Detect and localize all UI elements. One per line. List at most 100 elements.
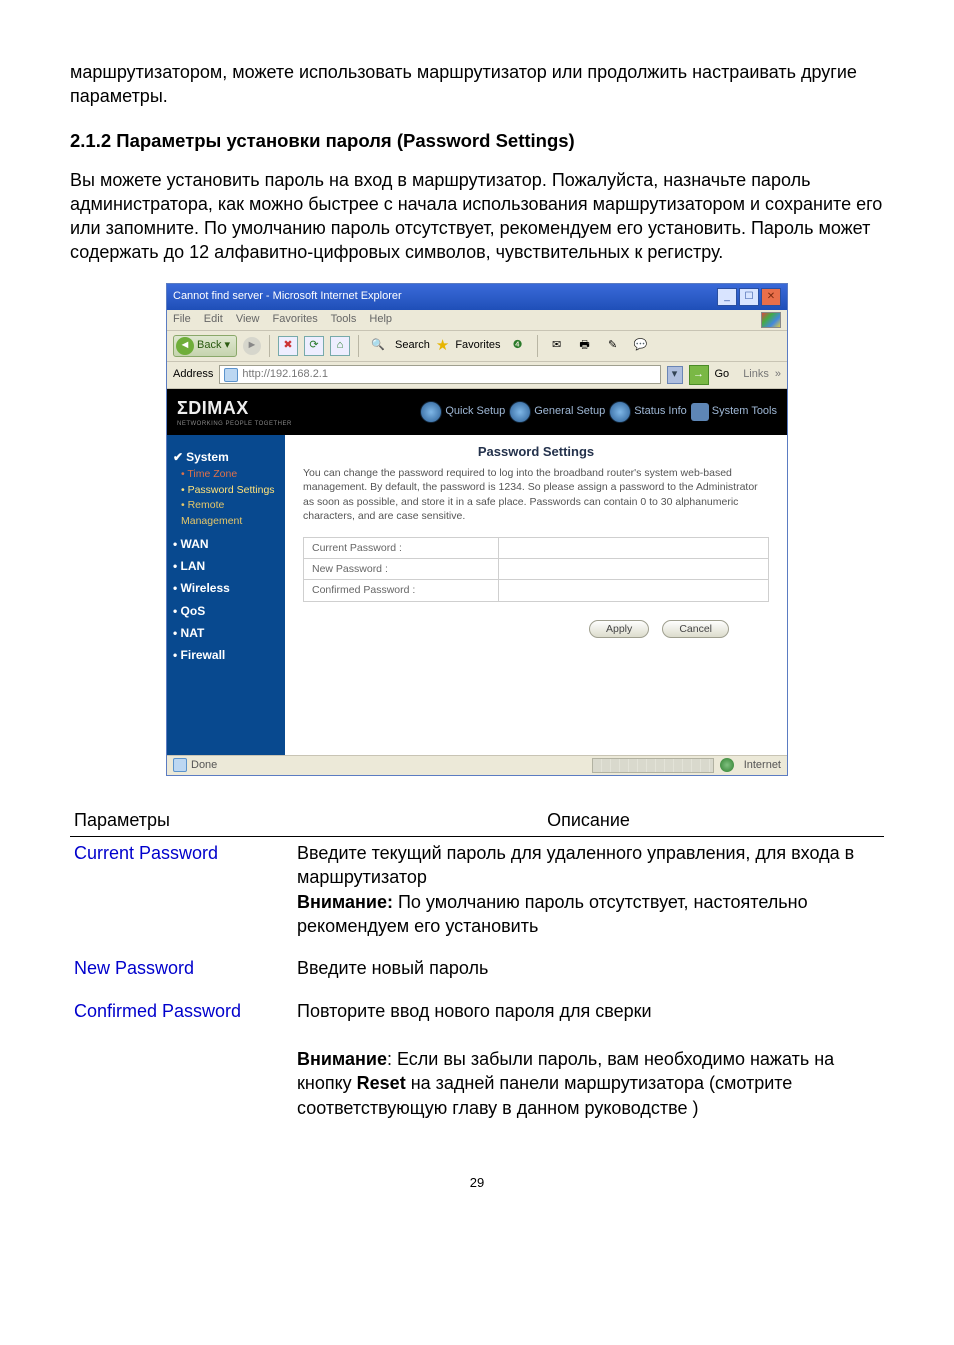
apply-button[interactable]: Apply	[589, 620, 649, 638]
router-sidebar: System Time Zone Password Settings Remot…	[167, 435, 285, 755]
windows-flag-icon	[761, 312, 781, 328]
zone-label: Internet	[744, 758, 781, 773]
links-chevron-icon: »	[775, 367, 781, 382]
home-button[interactable]: ⌂	[330, 336, 350, 356]
parameters-table: Параметры Описание Current Password Введ…	[70, 806, 884, 1134]
router-page: ΣDIMAX NETWORKING PEOPLE TOGETHER Quick …	[167, 389, 787, 755]
globe-icon	[509, 401, 531, 423]
sidebar-nat[interactable]: NAT	[173, 625, 279, 641]
table-row: Confirmed Password Повторите ввод нового…	[70, 995, 884, 1134]
internet-zone-icon	[720, 758, 734, 772]
address-value: http://192.168.2.1	[242, 367, 328, 382]
page-number: 29	[70, 1174, 884, 1192]
history-button[interactable]: ❹	[507, 335, 529, 357]
edit-button[interactable]: ✎	[602, 335, 624, 357]
input-current-password[interactable]	[507, 541, 764, 555]
address-field[interactable]: http://192.168.2.1	[219, 365, 660, 384]
window-titlebar: Cannot find server - Microsoft Internet …	[167, 284, 787, 310]
sidebar-wireless[interactable]: Wireless	[173, 580, 279, 596]
search-label: Search	[395, 338, 430, 353]
sidebar-password-settings[interactable]: Password Settings	[181, 483, 279, 499]
intro-paragraph: маршрутизатором, можете использовать мар…	[70, 60, 884, 109]
description-paragraph: Вы можете установить пароль на вход в ма…	[70, 168, 884, 265]
logo-subtext: NETWORKING PEOPLE TOGETHER	[177, 420, 292, 428]
toolbar-separator	[358, 335, 359, 357]
minimize-button[interactable]: _	[717, 288, 737, 306]
menu-items: File Edit View Favorites Tools Help	[173, 312, 402, 327]
logo-text: ΣDIMAX	[177, 398, 249, 418]
sidebar-qos[interactable]: QoS	[173, 603, 279, 619]
globe-icon	[609, 401, 631, 423]
back-button[interactable]: ◄ Back ▾	[173, 335, 237, 357]
desc-current-password: Введите текущий пароль для удаленного уп…	[293, 837, 884, 952]
globe-icon	[420, 401, 442, 423]
content-description: You can change the password required to …	[303, 466, 769, 523]
router-body: System Time Zone Password Settings Remot…	[167, 435, 787, 755]
menu-bar: File Edit View Favorites Tools Help	[167, 310, 787, 331]
menu-help[interactable]: Help	[369, 313, 392, 325]
nav-quick-setup[interactable]: Quick Setup	[420, 401, 505, 423]
menu-view[interactable]: View	[236, 313, 260, 325]
toolbar-separator	[537, 335, 538, 357]
address-dropdown-icon[interactable]: ▾	[667, 366, 683, 384]
window-caption-buttons: _ ☐ ✕	[717, 288, 781, 306]
tools-icon	[691, 403, 709, 421]
forward-button[interactable]: ►	[243, 337, 261, 355]
sidebar-remote-management[interactable]: Remote Management	[181, 498, 279, 530]
sidebar-system[interactable]: System	[173, 449, 279, 465]
input-confirmed-password[interactable]	[507, 583, 764, 597]
param-confirmed-password: Confirmed Password	[70, 995, 293, 1134]
back-label: Back	[197, 338, 221, 353]
status-page-icon	[173, 758, 187, 772]
discuss-button[interactable]: 💬	[630, 335, 652, 357]
maximize-button[interactable]: ☐	[739, 288, 759, 306]
section-heading: 2.1.2 Параметры установки пароля (Passwo…	[70, 129, 884, 154]
sidebar-time-zone[interactable]: Time Zone	[181, 467, 279, 483]
table-row: Current Password Введите текущий пароль …	[70, 837, 884, 952]
favorites-label: Favorites	[455, 338, 500, 353]
nav-general-setup[interactable]: General Setup	[509, 401, 605, 423]
nav-status-info[interactable]: Status Info	[609, 401, 687, 423]
password-form: Current Password : New Password : Confir…	[303, 537, 769, 602]
router-topnav: Quick Setup General Setup Status Info Sy…	[420, 401, 777, 423]
sidebar-wan[interactable]: WAN	[173, 536, 279, 552]
status-bar: Done Internet	[167, 755, 787, 775]
desc-new-password: Введите новый пароль	[293, 952, 884, 994]
refresh-button[interactable]: ⟳	[304, 336, 324, 356]
sidebar-lan[interactable]: LAN	[173, 558, 279, 574]
back-dropdown-icon: ▾	[224, 338, 230, 353]
stop-button[interactable]: ✖	[278, 336, 298, 356]
go-button[interactable]: →	[689, 365, 709, 385]
close-button[interactable]: ✕	[761, 288, 781, 306]
param-new-password: New Password	[70, 952, 293, 994]
status-text: Done	[191, 758, 217, 773]
menu-edit[interactable]: Edit	[204, 313, 223, 325]
links-label[interactable]: Links	[743, 367, 769, 382]
page-icon	[224, 368, 238, 382]
input-new-password[interactable]	[507, 562, 764, 576]
favorites-icon[interactable]: ★	[436, 336, 449, 356]
print-button[interactable]: 🖶	[574, 335, 596, 357]
desc-confirmed-password: Повторите ввод нового пароля для сверки …	[293, 995, 884, 1134]
label-confirmed-password: Confirmed Password :	[304, 580, 499, 601]
router-logo: ΣDIMAX NETWORKING PEOPLE TOGETHER	[177, 396, 292, 428]
nav-system-tools[interactable]: System Tools	[691, 403, 777, 421]
sidebar-firewall[interactable]: Firewall	[173, 647, 279, 663]
back-arrow-icon: ◄	[176, 337, 194, 355]
param-current-password: Current Password	[70, 837, 293, 952]
toolbar-separator	[269, 335, 270, 357]
go-label: Go	[715, 367, 730, 382]
cancel-button[interactable]: Cancel	[662, 620, 729, 638]
router-content: Password Settings You can change the pas…	[285, 435, 787, 755]
mail-button[interactable]: ✉	[546, 335, 568, 357]
window-title: Cannot find server - Microsoft Internet …	[173, 289, 402, 304]
label-new-password: New Password :	[304, 559, 499, 580]
menu-tools[interactable]: Tools	[331, 313, 357, 325]
progress-bar	[592, 758, 714, 773]
router-header: ΣDIMAX NETWORKING PEOPLE TOGETHER Quick …	[167, 389, 787, 435]
content-title: Password Settings	[303, 443, 769, 461]
button-row: Apply Cancel	[303, 620, 769, 638]
menu-file[interactable]: File	[173, 313, 191, 325]
menu-favorites[interactable]: Favorites	[273, 313, 318, 325]
search-button[interactable]: 🔍	[367, 335, 389, 357]
